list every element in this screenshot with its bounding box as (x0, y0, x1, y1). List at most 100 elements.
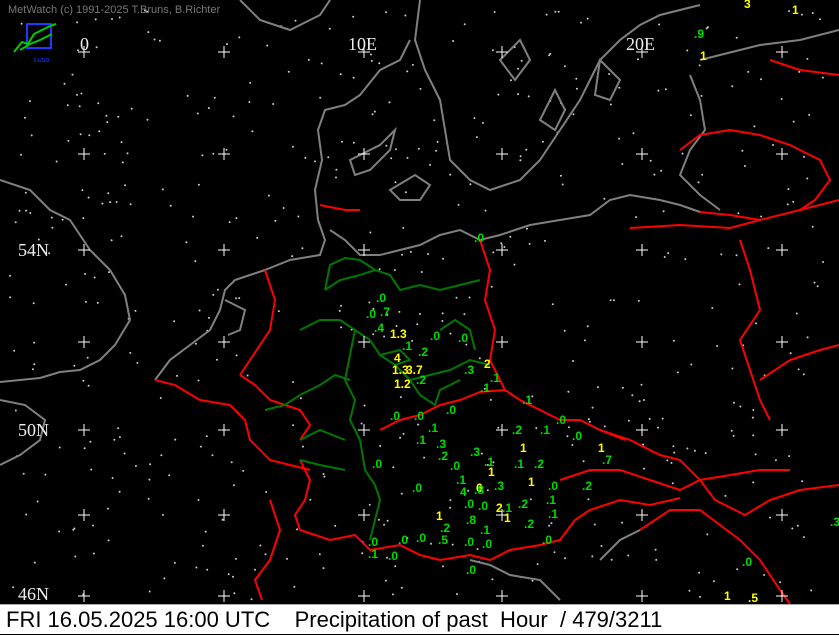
station-dot (473, 117, 476, 120)
station-dot (370, 59, 373, 62)
station-dot (643, 467, 646, 470)
precip-value: .0 (572, 429, 582, 443)
station-dot (31, 368, 34, 371)
station-dot (22, 472, 25, 475)
station-dot (753, 125, 756, 128)
station-dot (341, 140, 343, 143)
station-dot (14, 221, 17, 224)
precip-value: .0 (372, 457, 382, 471)
station-dot (201, 154, 204, 157)
precip-value: .0 (366, 307, 376, 321)
station-dot (319, 96, 322, 99)
station-dot (352, 15, 355, 18)
station-dot (519, 159, 522, 162)
precip-value: 1 (520, 441, 527, 455)
station-dot (20, 22, 23, 25)
station-dot (385, 11, 387, 14)
station-dot (676, 371, 679, 374)
station-dot (612, 299, 615, 302)
station-dot (690, 363, 693, 366)
station-dot (111, 18, 113, 20)
station-dot (731, 367, 734, 370)
station-dot (510, 79, 512, 82)
precip-value: .0 (542, 533, 552, 547)
station-dot (78, 105, 81, 108)
station-dot (399, 396, 402, 399)
station-dot (9, 274, 11, 277)
station-dot (81, 189, 84, 192)
station-dot (519, 155, 522, 158)
precip-value: 1 (700, 49, 707, 63)
precip-value: .7 (602, 453, 612, 467)
station-dot (83, 447, 86, 450)
station-dot (235, 297, 237, 300)
station-dot (600, 545, 603, 547)
precip-value: .3 (830, 515, 839, 529)
station-dot (654, 548, 657, 551)
station-dot (264, 553, 267, 556)
station-dot (225, 148, 228, 151)
station-dot (72, 528, 75, 531)
station-dot (402, 432, 405, 435)
station-dot (221, 518, 224, 521)
station-dot (265, 491, 268, 493)
station-dot (736, 568, 739, 571)
station-dot (294, 19, 297, 22)
station-dot (61, 218, 64, 221)
station-dot (327, 156, 330, 159)
station-dot (476, 548, 479, 551)
station-dot (106, 121, 109, 124)
station-dot (30, 134, 33, 137)
station-dot (420, 271, 423, 273)
station-dot (660, 169, 663, 172)
station-dot (246, 374, 249, 377)
station-dot (752, 481, 755, 484)
station-dot (292, 381, 294, 383)
station-dot (80, 92, 83, 95)
station-dot (802, 536, 805, 539)
station-dot (632, 132, 635, 135)
station-dot (136, 361, 139, 364)
station-dot (197, 379, 200, 382)
station-dot (130, 107, 133, 110)
station-dot (173, 561, 176, 564)
precip-value: .7 (380, 305, 390, 319)
station-dot (33, 341, 36, 344)
station-dot (769, 516, 771, 519)
station-dot (774, 459, 777, 462)
station-dot (107, 192, 110, 195)
station-dot (58, 530, 61, 533)
station-dot (406, 156, 409, 159)
station-dot (66, 104, 69, 107)
station-dot (657, 89, 660, 92)
station-dot (419, 87, 422, 90)
station-dot (404, 14, 407, 17)
station-dot (87, 196, 90, 199)
station-dot (456, 593, 458, 596)
station-dot (672, 339, 675, 342)
precip-value: .1 (514, 457, 524, 471)
station-dot (706, 533, 709, 536)
station-dot (754, 453, 757, 456)
station-dot (197, 499, 200, 501)
station-dot (567, 390, 570, 393)
station-dot (235, 354, 238, 357)
precip-value: .1 (490, 371, 500, 385)
station-dot (335, 168, 338, 171)
station-dot (291, 145, 294, 148)
station-dot (98, 130, 101, 133)
station-dot (698, 64, 701, 67)
station-dot (160, 454, 163, 457)
station-dot (493, 11, 496, 13)
footer-datetime: FRI 16.05.2025 16:00 UTC (6, 607, 271, 632)
station-dot (400, 492, 403, 495)
station-dot (322, 473, 325, 475)
station-dot (661, 417, 664, 420)
station-dot (548, 524, 551, 527)
station-dot (55, 160, 58, 163)
station-dot (282, 207, 285, 209)
station-dot (124, 184, 126, 187)
station-dot (603, 197, 606, 200)
station-dot (621, 521, 624, 524)
station-dot (672, 445, 675, 448)
